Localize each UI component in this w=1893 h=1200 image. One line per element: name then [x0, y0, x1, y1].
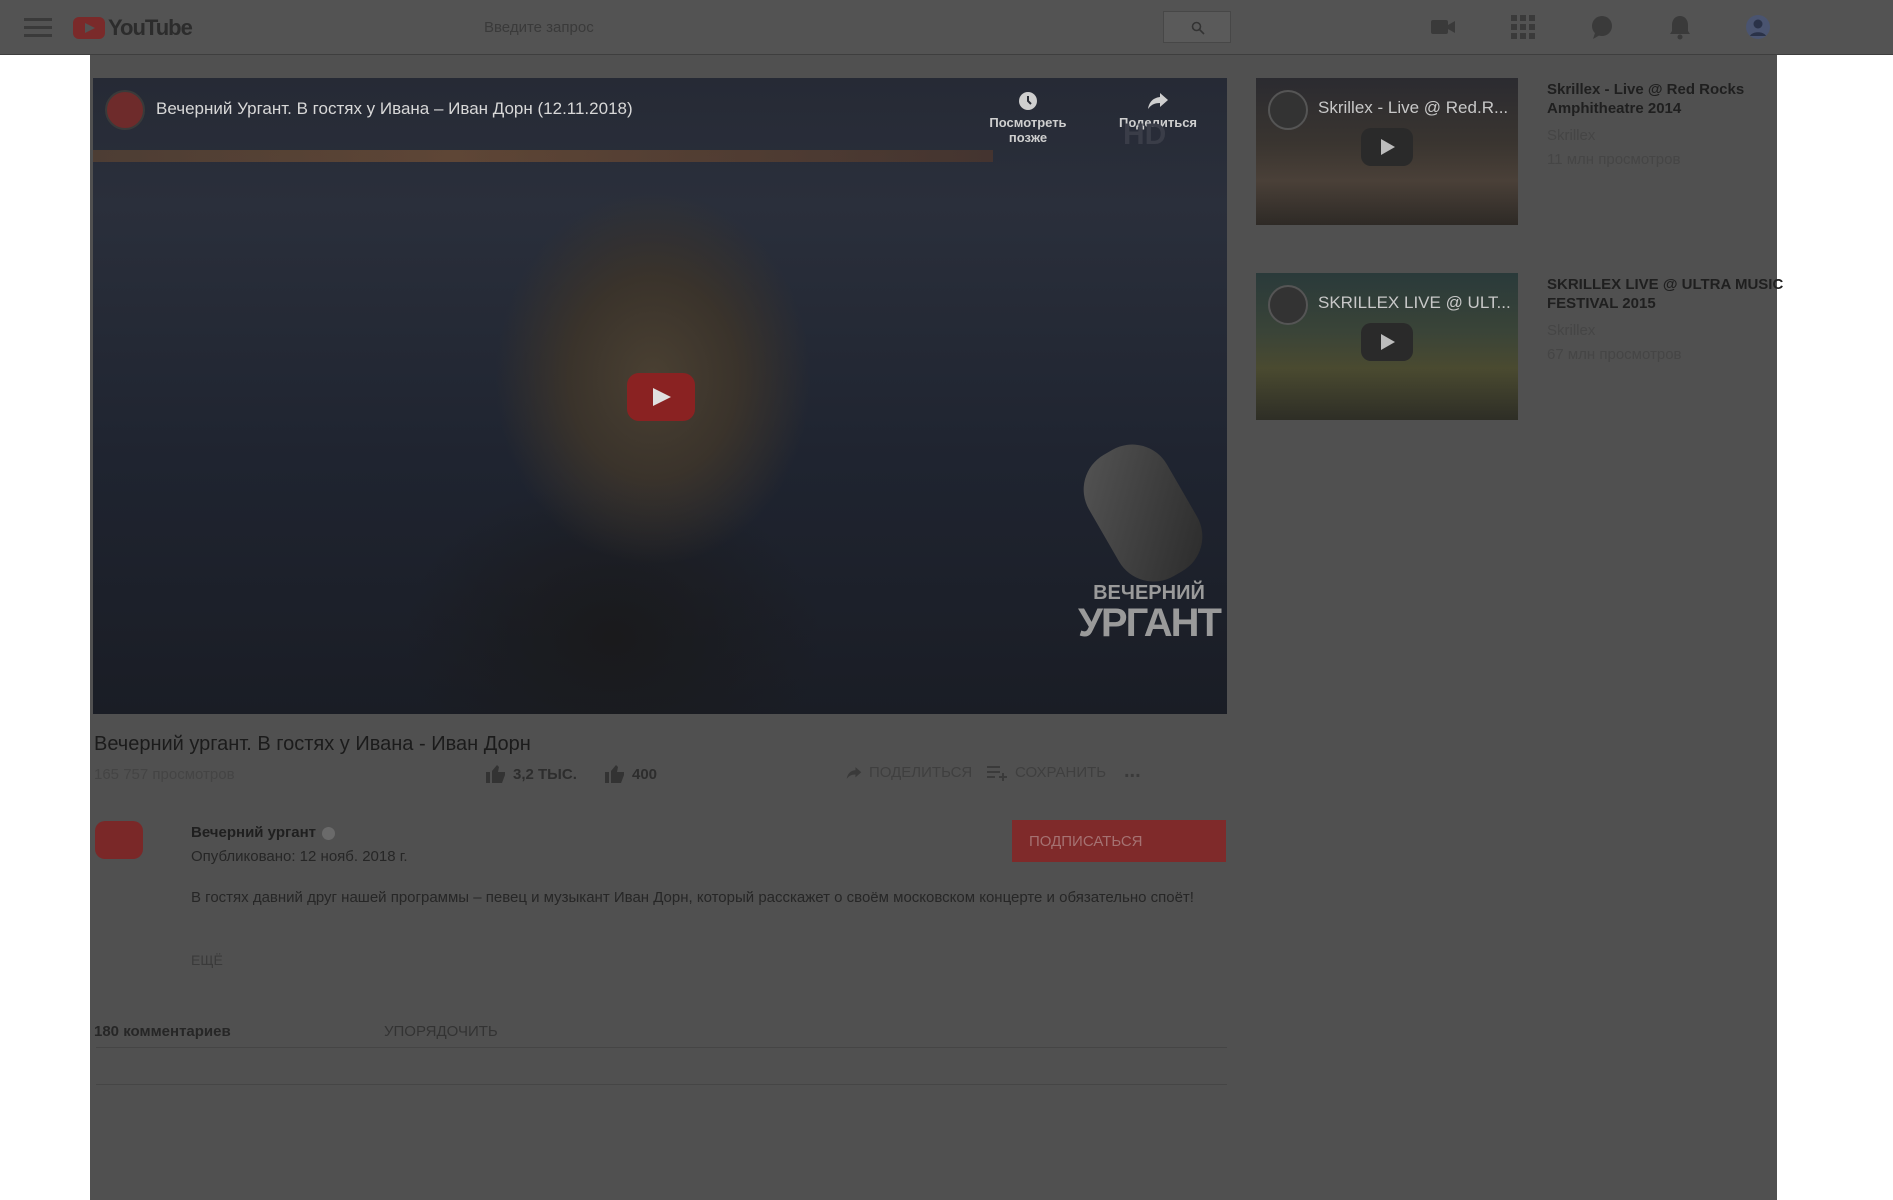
related-video-title[interactable]: Skrillex - Live @ Red Rocks Amphitheatre…	[1547, 80, 1787, 118]
thumbs-down-icon	[605, 765, 624, 783]
like-button[interactable]: 3,2 ТЫС.	[485, 764, 577, 784]
sort-comments-button[interactable]: УПОРЯДОЧИТЬ	[384, 1023, 498, 1040]
youtube-logo[interactable]: YouTube	[73, 15, 193, 40]
watermark-line1: ВЕЧЕРНИЙ	[1093, 582, 1205, 604]
share-icon	[846, 766, 862, 779]
apps-grid-icon[interactable]	[1508, 12, 1538, 42]
youtube-play-icon	[73, 17, 105, 39]
like-count: 3,2 ТЫС.	[513, 765, 577, 783]
search-input[interactable]	[474, 12, 1184, 42]
share-button[interactable]: ПОДЕЛИТЬСЯ	[845, 764, 972, 781]
channel-avatar[interactable]	[95, 821, 143, 859]
related-thumbnail[interactable]: SKRILLEX LIVE @ ULT...	[1256, 273, 1518, 420]
video-description: В гостях давний друг нашей программы – п…	[191, 889, 1194, 906]
top-header: YouTube	[0, 0, 1893, 55]
dislike-count: 400	[632, 765, 658, 783]
channel-watermark: ВЕЧЕРНИЙ УРГАНТ	[1078, 582, 1222, 645]
create-video-icon[interactable]	[1428, 12, 1458, 42]
video-title: Вечерний ургант. В гостях у Ивана - Иван…	[94, 733, 531, 755]
dislike-button[interactable]: 400	[604, 764, 657, 784]
player-channel-avatar[interactable]	[105, 90, 145, 130]
search-button[interactable]	[1163, 11, 1231, 43]
thumbnail-play-icon	[1361, 128, 1413, 166]
thumbnail-channel-avatar	[1268, 90, 1308, 130]
related-video-title[interactable]: SKRILLEX LIVE @ ULTRA MUSIC FESTIVAL 201…	[1547, 275, 1787, 313]
notifications-bell-icon[interactable]	[1665, 12, 1695, 42]
view-count: 165 757 просмотров	[94, 766, 235, 783]
search-icon	[1191, 21, 1205, 35]
video-player[interactable]: Вечерний Ургант. В гостях у Ивана – Иван…	[93, 78, 1227, 714]
watermark-line2: УРГАНТ	[1078, 601, 1222, 645]
related-channel-name: Skrillex	[1547, 322, 1596, 339]
user-avatar-icon[interactable]	[1743, 12, 1773, 42]
hd-badge: HD	[1123, 118, 1167, 151]
logo-text: YouTube	[108, 15, 193, 40]
watch-later-button[interactable]: Посмотреть позже	[978, 90, 1078, 145]
hamburger-menu-icon[interactable]	[24, 18, 52, 38]
save-button[interactable]: СОХРАНИТЬ	[987, 764, 1106, 781]
related-view-count: 11 млн просмотров	[1547, 151, 1681, 168]
messages-icon[interactable]	[1587, 12, 1617, 42]
channel-name: Вечерний ургант	[191, 824, 316, 841]
watch-later-label: Посмотреть позже	[989, 115, 1067, 145]
playlist-add-icon	[987, 765, 1007, 781]
play-button[interactable]	[627, 373, 695, 421]
related-thumbnail[interactable]: Skrillex - Live @ Red.R...	[1256, 78, 1518, 225]
video-frame-decor	[93, 150, 993, 162]
related-view-count: 67 млн просмотров	[1547, 346, 1682, 363]
thumbnail-title: SKRILLEX LIVE @ ULT...	[1318, 293, 1511, 312]
save-label: СОХРАНИТЬ	[1015, 764, 1107, 781]
verified-badge-icon	[322, 826, 335, 840]
share-label: ПОДЕЛИТЬСЯ	[869, 764, 973, 781]
clock-icon	[1019, 92, 1037, 110]
comment-input-area[interactable]	[96, 1047, 1227, 1085]
show-more-link[interactable]: ЕЩЁ	[191, 952, 223, 968]
thumbs-up-icon	[486, 765, 505, 783]
share-arrow-icon	[1148, 93, 1168, 109]
publish-date: Опубликовано: 12 нояб. 2018 г.	[191, 848, 408, 865]
channel-name-row[interactable]: Вечерний ургант	[191, 824, 335, 841]
thumbnail-channel-avatar	[1268, 285, 1308, 325]
subscribe-button[interactable]: ПОДПИСАТЬСЯ	[1012, 820, 1226, 862]
thumbnail-play-icon	[1361, 323, 1413, 361]
more-actions-icon[interactable]: ...	[1124, 760, 1141, 783]
player-title[interactable]: Вечерний Ургант. В гостях у Ивана – Иван…	[156, 99, 633, 119]
related-channel-name: Skrillex	[1547, 127, 1596, 144]
thumbnail-title: Skrillex - Live @ Red.R...	[1318, 98, 1509, 117]
comments-count: 180 комментариев	[94, 1023, 231, 1040]
